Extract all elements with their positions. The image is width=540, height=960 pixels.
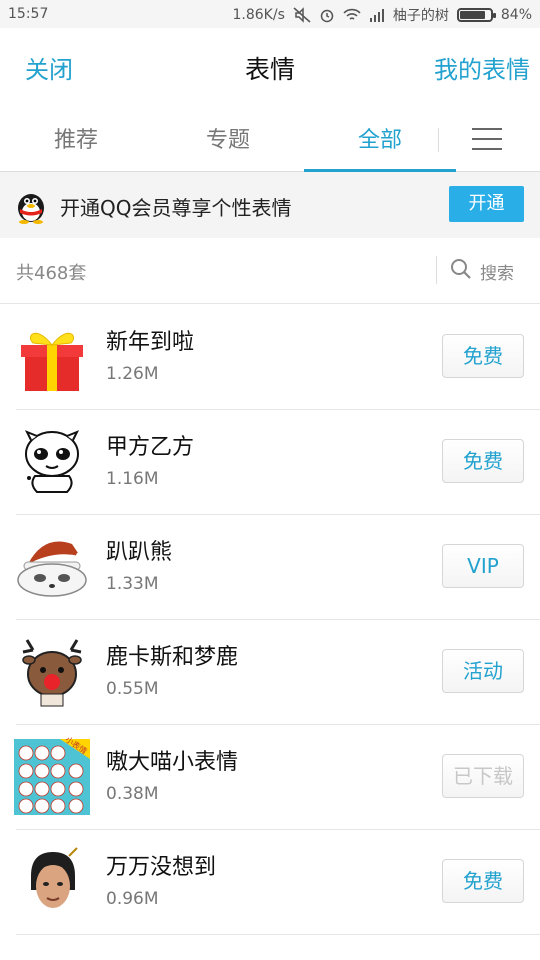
activity-button[interactable]: 活动: [442, 649, 524, 693]
item-size: 1.33M: [106, 574, 159, 594]
item-name: 新年到啦: [106, 330, 195, 355]
open-vip-button[interactable]: 开通: [449, 186, 524, 222]
signal-icon: [369, 8, 385, 22]
close-button[interactable]: 关闭: [25, 50, 73, 85]
vip-button[interactable]: VIP: [442, 544, 524, 588]
mute-icon: [293, 7, 311, 23]
item-size: 1.16M: [106, 469, 159, 489]
download-button[interactable]: 免费: [442, 334, 524, 378]
list-item[interactable]: 万万没想到 0.96M 免费: [0, 829, 540, 935]
bear-icon: [14, 529, 90, 605]
gift-icon: [14, 319, 90, 395]
battery-percent: 84%: [500, 7, 532, 23]
tab-divider: [438, 128, 439, 152]
tab-all[interactable]: 全部: [304, 122, 456, 154]
cartoon-face-icon: [14, 424, 90, 500]
list-item[interactable]: 新年到啦 1.26M 免费: [0, 304, 540, 410]
count-bar: 共468套 搜索: [0, 238, 540, 304]
list-item[interactable]: 鹿卡斯和梦鹿 0.55M 活动: [0, 619, 540, 725]
item-name: 嗷大喵小表情: [106, 750, 239, 775]
banner-text: 开通QQ会员尊享个性表情: [60, 196, 292, 220]
item-name: 鹿卡斯和梦鹿: [106, 645, 239, 670]
item-name: 甲方乙方: [106, 435, 195, 460]
reindeer-icon: [14, 634, 90, 710]
menu-icon[interactable]: [472, 128, 502, 150]
wifi-icon: [343, 8, 361, 22]
tab-bar: 推荐 专题 全部: [0, 106, 540, 172]
vip-banner: 开通QQ会员尊享个性表情 开通: [0, 172, 540, 238]
item-size: 0.55M: [106, 679, 159, 699]
my-emoticons-button[interactable]: 我的表情: [434, 50, 530, 85]
list-item[interactable]: 趴趴熊 1.33M VIP: [0, 514, 540, 620]
qq-penguin-icon: [14, 186, 48, 228]
search-icon[interactable]: [450, 258, 472, 284]
alarm-icon: [319, 7, 335, 23]
carrier-name: 柚子的树: [392, 8, 449, 24]
item-name: 万万没想到: [106, 855, 217, 880]
list-item[interactable]: 甲方乙方 1.16M 免费: [0, 409, 540, 515]
status-time: 15:57: [8, 6, 49, 22]
cat-sticker-grid-icon: 小表情: [14, 735, 90, 815]
download-button[interactable]: 免费: [442, 439, 524, 483]
search-button[interactable]: 搜索: [480, 259, 514, 284]
count-divider: [436, 256, 437, 284]
item-size: 1.26M: [106, 364, 159, 384]
top-nav: 关闭 表情 我的表情: [0, 28, 540, 106]
tab-topics[interactable]: 专题: [152, 122, 304, 154]
item-size: 0.96M: [106, 889, 159, 909]
download-button[interactable]: 免费: [442, 859, 524, 903]
status-right: 1.86K/s 柚子的树 84%: [233, 5, 533, 25]
downloaded-button: 已下载: [442, 754, 524, 798]
total-count: 共468套: [16, 263, 87, 284]
person-avatar-icon: [14, 844, 90, 920]
item-size: 0.38M: [106, 784, 159, 804]
list-item[interactable]: 小表情 嗷大喵小表情 0.38M 已下载: [0, 724, 540, 830]
emoticon-list: 新年到啦 1.26M 免费 甲方乙方 1.16M 免费 趴趴熊 1.33M VI…: [0, 304, 540, 935]
tab-recommended[interactable]: 推荐: [0, 122, 152, 154]
item-name: 趴趴熊: [106, 540, 173, 565]
status-bar: 15:57 1.86K/s 柚子的树 84%: [0, 0, 540, 28]
battery-icon: [456, 8, 496, 22]
network-speed: 1.86K/s: [232, 7, 285, 23]
row-divider: [16, 934, 540, 935]
